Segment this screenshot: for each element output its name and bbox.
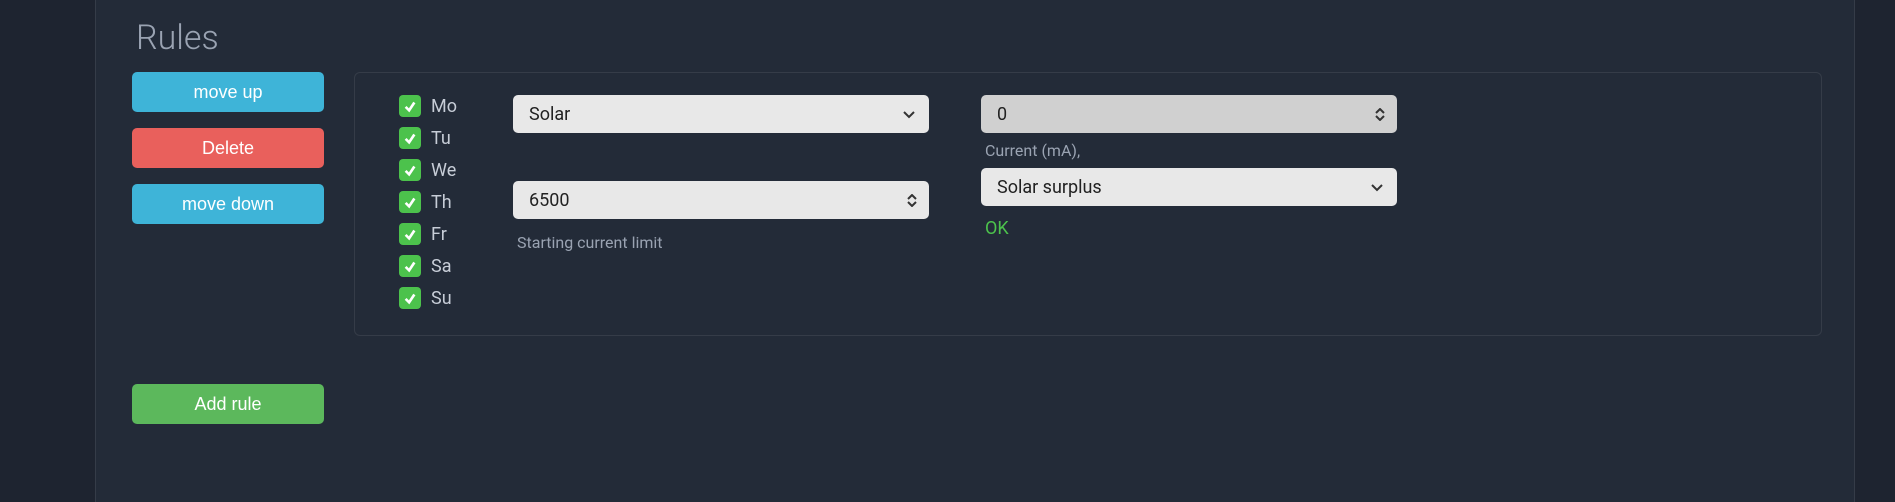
check-icon	[403, 227, 417, 241]
delete-button[interactable]: Delete	[132, 128, 324, 168]
chevron-down-icon	[901, 106, 917, 122]
day-label: Sa	[431, 256, 451, 277]
day-row: Su	[399, 287, 479, 309]
day-checkbox[interactable]	[399, 223, 421, 245]
surplus-select-value: Solar surplus	[997, 177, 1102, 198]
day-row: Sa	[399, 255, 479, 277]
rule-card: Mo Tu We Th Fr Sa Su Solar 6500 Starting curre…	[354, 72, 1822, 336]
day-checkbox[interactable]	[399, 95, 421, 117]
spin-down-icon	[1375, 115, 1385, 121]
starting-current-value: 6500	[529, 190, 569, 211]
day-label: Su	[431, 288, 452, 309]
day-label: Mo	[431, 96, 457, 117]
day-checkbox[interactable]	[399, 127, 421, 149]
day-row: Th	[399, 191, 479, 213]
check-icon	[403, 163, 417, 177]
add-rule-button[interactable]: Add rule	[132, 384, 324, 424]
spin-up-icon	[1375, 108, 1385, 114]
day-label: Tu	[431, 128, 451, 149]
spin-down-icon	[907, 201, 917, 207]
move-down-button[interactable]: move down	[132, 184, 324, 224]
spin-buttons[interactable]	[1375, 108, 1385, 121]
day-row: Tu	[399, 127, 479, 149]
day-checkbox[interactable]	[399, 255, 421, 277]
spin-up-icon	[907, 194, 917, 200]
day-row: Fr	[399, 223, 479, 245]
mode-select[interactable]: Solar	[513, 95, 929, 133]
check-icon	[403, 195, 417, 209]
check-icon	[403, 291, 417, 305]
move-up-button[interactable]: move up	[132, 72, 324, 112]
starting-current-label: Starting current limit	[517, 233, 929, 252]
starting-current-input[interactable]: 6500	[513, 181, 929, 219]
status-ok: OK	[985, 218, 1397, 239]
day-label: We	[431, 160, 456, 181]
day-row: We	[399, 159, 479, 181]
day-label: Fr	[431, 224, 447, 245]
check-icon	[403, 99, 417, 113]
check-icon	[403, 259, 417, 273]
check-icon	[403, 131, 417, 145]
current-input[interactable]: 0	[981, 95, 1397, 133]
surplus-select[interactable]: Solar surplus	[981, 168, 1397, 206]
current-label: Current (mA),	[985, 141, 1397, 160]
day-label: Th	[431, 192, 452, 213]
mode-select-value: Solar	[529, 104, 570, 125]
chevron-down-icon	[1369, 179, 1385, 195]
day-checkbox[interactable]	[399, 159, 421, 181]
current-value: 0	[997, 104, 1007, 125]
spin-buttons[interactable]	[907, 194, 917, 207]
day-row: Mo	[399, 95, 479, 117]
day-checkbox[interactable]	[399, 287, 421, 309]
day-checkbox[interactable]	[399, 191, 421, 213]
section-heading: Rules	[136, 18, 1822, 58]
